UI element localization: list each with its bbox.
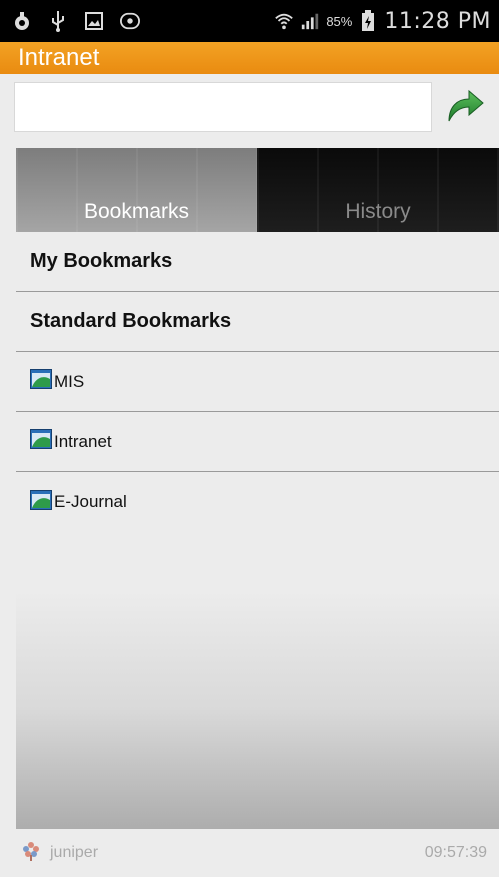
tab-history-label: History bbox=[345, 200, 411, 223]
standard-bookmarks-label: Standard Bookmarks bbox=[30, 310, 232, 332]
my-bookmarks-header[interactable]: My Bookmarks bbox=[16, 232, 499, 292]
tab-bar: Bookmarks History bbox=[16, 148, 499, 232]
web-page-icon bbox=[30, 429, 52, 454]
status-bar: 85% 11:28 PM bbox=[0, 0, 499, 42]
list-item[interactable]: Intranet bbox=[16, 412, 499, 472]
wifi-icon bbox=[274, 10, 294, 32]
left-margin bbox=[0, 148, 16, 829]
image-icon bbox=[84, 10, 104, 32]
status-right-icons: 85% 11:28 PM bbox=[274, 9, 491, 34]
status-left-icons bbox=[12, 10, 140, 32]
go-button[interactable] bbox=[437, 82, 493, 132]
standard-bookmarks-header[interactable]: Standard Bookmarks bbox=[16, 292, 499, 352]
app-title-bar: Intranet bbox=[0, 42, 499, 74]
url-row bbox=[0, 74, 499, 140]
footer-brand-label: juniper bbox=[50, 844, 99, 861]
my-bookmarks-label: My Bookmarks bbox=[30, 250, 173, 272]
bookmark-list: My Bookmarks Standard Bookmarks MIS Intr… bbox=[16, 232, 499, 829]
notification-icon bbox=[12, 10, 32, 32]
battery-charging-icon bbox=[358, 10, 378, 32]
status-time: 11:28 PM bbox=[384, 8, 491, 34]
footer-brand: juniper bbox=[20, 840, 98, 867]
web-page-icon bbox=[30, 489, 52, 515]
footer-bar: juniper 09:57:39 bbox=[0, 829, 499, 877]
footer-time: 09:57:39 bbox=[424, 844, 487, 861]
forward-arrow-icon bbox=[445, 87, 485, 128]
web-page-icon bbox=[30, 369, 52, 394]
bookmark-label: Intranet bbox=[54, 431, 112, 451]
voicemail-icon bbox=[120, 10, 140, 32]
signal-icon bbox=[300, 10, 320, 32]
bookmark-label: E-Journal bbox=[54, 492, 127, 511]
juniper-logo-icon bbox=[20, 840, 42, 867]
list-item[interactable]: MIS bbox=[16, 352, 499, 412]
tab-bookmarks-label: Bookmarks bbox=[83, 200, 190, 223]
battery-percent: 85% bbox=[326, 13, 353, 29]
list-item[interactable]: E-Journal bbox=[16, 472, 499, 532]
url-input[interactable] bbox=[14, 82, 432, 132]
spacer bbox=[0, 140, 499, 148]
tab-history[interactable]: History bbox=[257, 148, 499, 232]
app-title: Intranet bbox=[18, 44, 100, 71]
usb-icon bbox=[48, 10, 68, 32]
bookmark-label: MIS bbox=[54, 371, 85, 391]
tab-bookmarks[interactable]: Bookmarks bbox=[16, 148, 257, 232]
